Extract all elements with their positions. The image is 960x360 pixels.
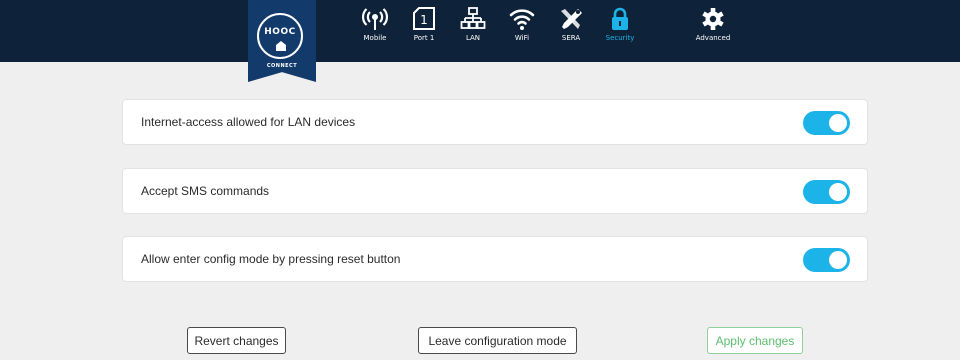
setting-row-reset-config-mode: Allow enter config mode by pressing rese… bbox=[122, 236, 868, 282]
nav-item-sera[interactable]: SERA bbox=[546, 7, 596, 42]
nav-item-security[interactable]: Security bbox=[595, 7, 645, 42]
toggle-knob bbox=[829, 114, 847, 132]
lan-network-icon bbox=[460, 7, 486, 29]
reset-config-mode-toggle[interactable] bbox=[803, 248, 850, 272]
mobile-antenna-icon bbox=[362, 8, 388, 30]
port-icon: 1 bbox=[413, 7, 435, 30]
nav-label: Security bbox=[605, 34, 635, 42]
nav-item-lan[interactable]: LAN bbox=[448, 7, 498, 42]
apply-changes-button[interactable]: Apply changes bbox=[707, 327, 803, 354]
setting-row-internet-access: Internet-access allowed for LAN devices bbox=[122, 99, 868, 145]
nav-item-advanced[interactable]: Advanced bbox=[688, 7, 738, 42]
sera-tools-icon bbox=[561, 9, 582, 29]
logo-subtitle: CONNECT bbox=[266, 63, 298, 69]
nav-label: WiFi bbox=[514, 34, 530, 42]
wifi-icon bbox=[509, 9, 535, 30]
internet-access-toggle[interactable] bbox=[803, 111, 850, 135]
port-number: 1 bbox=[420, 13, 428, 27]
nav-label: SERA bbox=[561, 34, 581, 42]
nav-item-wifi[interactable]: WiFi bbox=[497, 7, 547, 42]
setting-label: Accept SMS commands bbox=[141, 184, 270, 198]
logo-circle: HOOC bbox=[257, 13, 303, 59]
sms-commands-toggle[interactable] bbox=[803, 180, 850, 204]
nav-item-mobile[interactable]: Mobile bbox=[350, 7, 400, 42]
leave-configuration-mode-button[interactable]: Leave configuration mode bbox=[418, 327, 577, 354]
nav-label: Port 1 bbox=[413, 34, 435, 42]
toggle-knob bbox=[829, 183, 847, 201]
gear-icon bbox=[702, 8, 724, 30]
setting-row-sms-commands: Accept SMS commands bbox=[122, 168, 868, 214]
lock-icon bbox=[612, 7, 628, 30]
nav-label: Advanced bbox=[695, 34, 731, 42]
setting-label: Internet-access allowed for LAN devices bbox=[141, 115, 356, 129]
hooc-connect-logo[interactable]: HOOC CONNECT bbox=[248, 0, 316, 82]
toggle-knob bbox=[829, 251, 847, 269]
top-navigation-bar: Mobile 1 Port 1 LAN WiFi SERA Security A… bbox=[0, 0, 960, 62]
logo-text: HOOC bbox=[264, 27, 296, 37]
setting-label: Allow enter config mode by pressing rese… bbox=[141, 252, 401, 266]
nav-label: LAN bbox=[465, 34, 481, 42]
nav-item-port-1[interactable]: 1 Port 1 bbox=[399, 7, 449, 42]
revert-changes-button[interactable]: Revert changes bbox=[187, 327, 286, 354]
house-icon bbox=[276, 41, 286, 51]
nav-label: Mobile bbox=[363, 34, 387, 42]
